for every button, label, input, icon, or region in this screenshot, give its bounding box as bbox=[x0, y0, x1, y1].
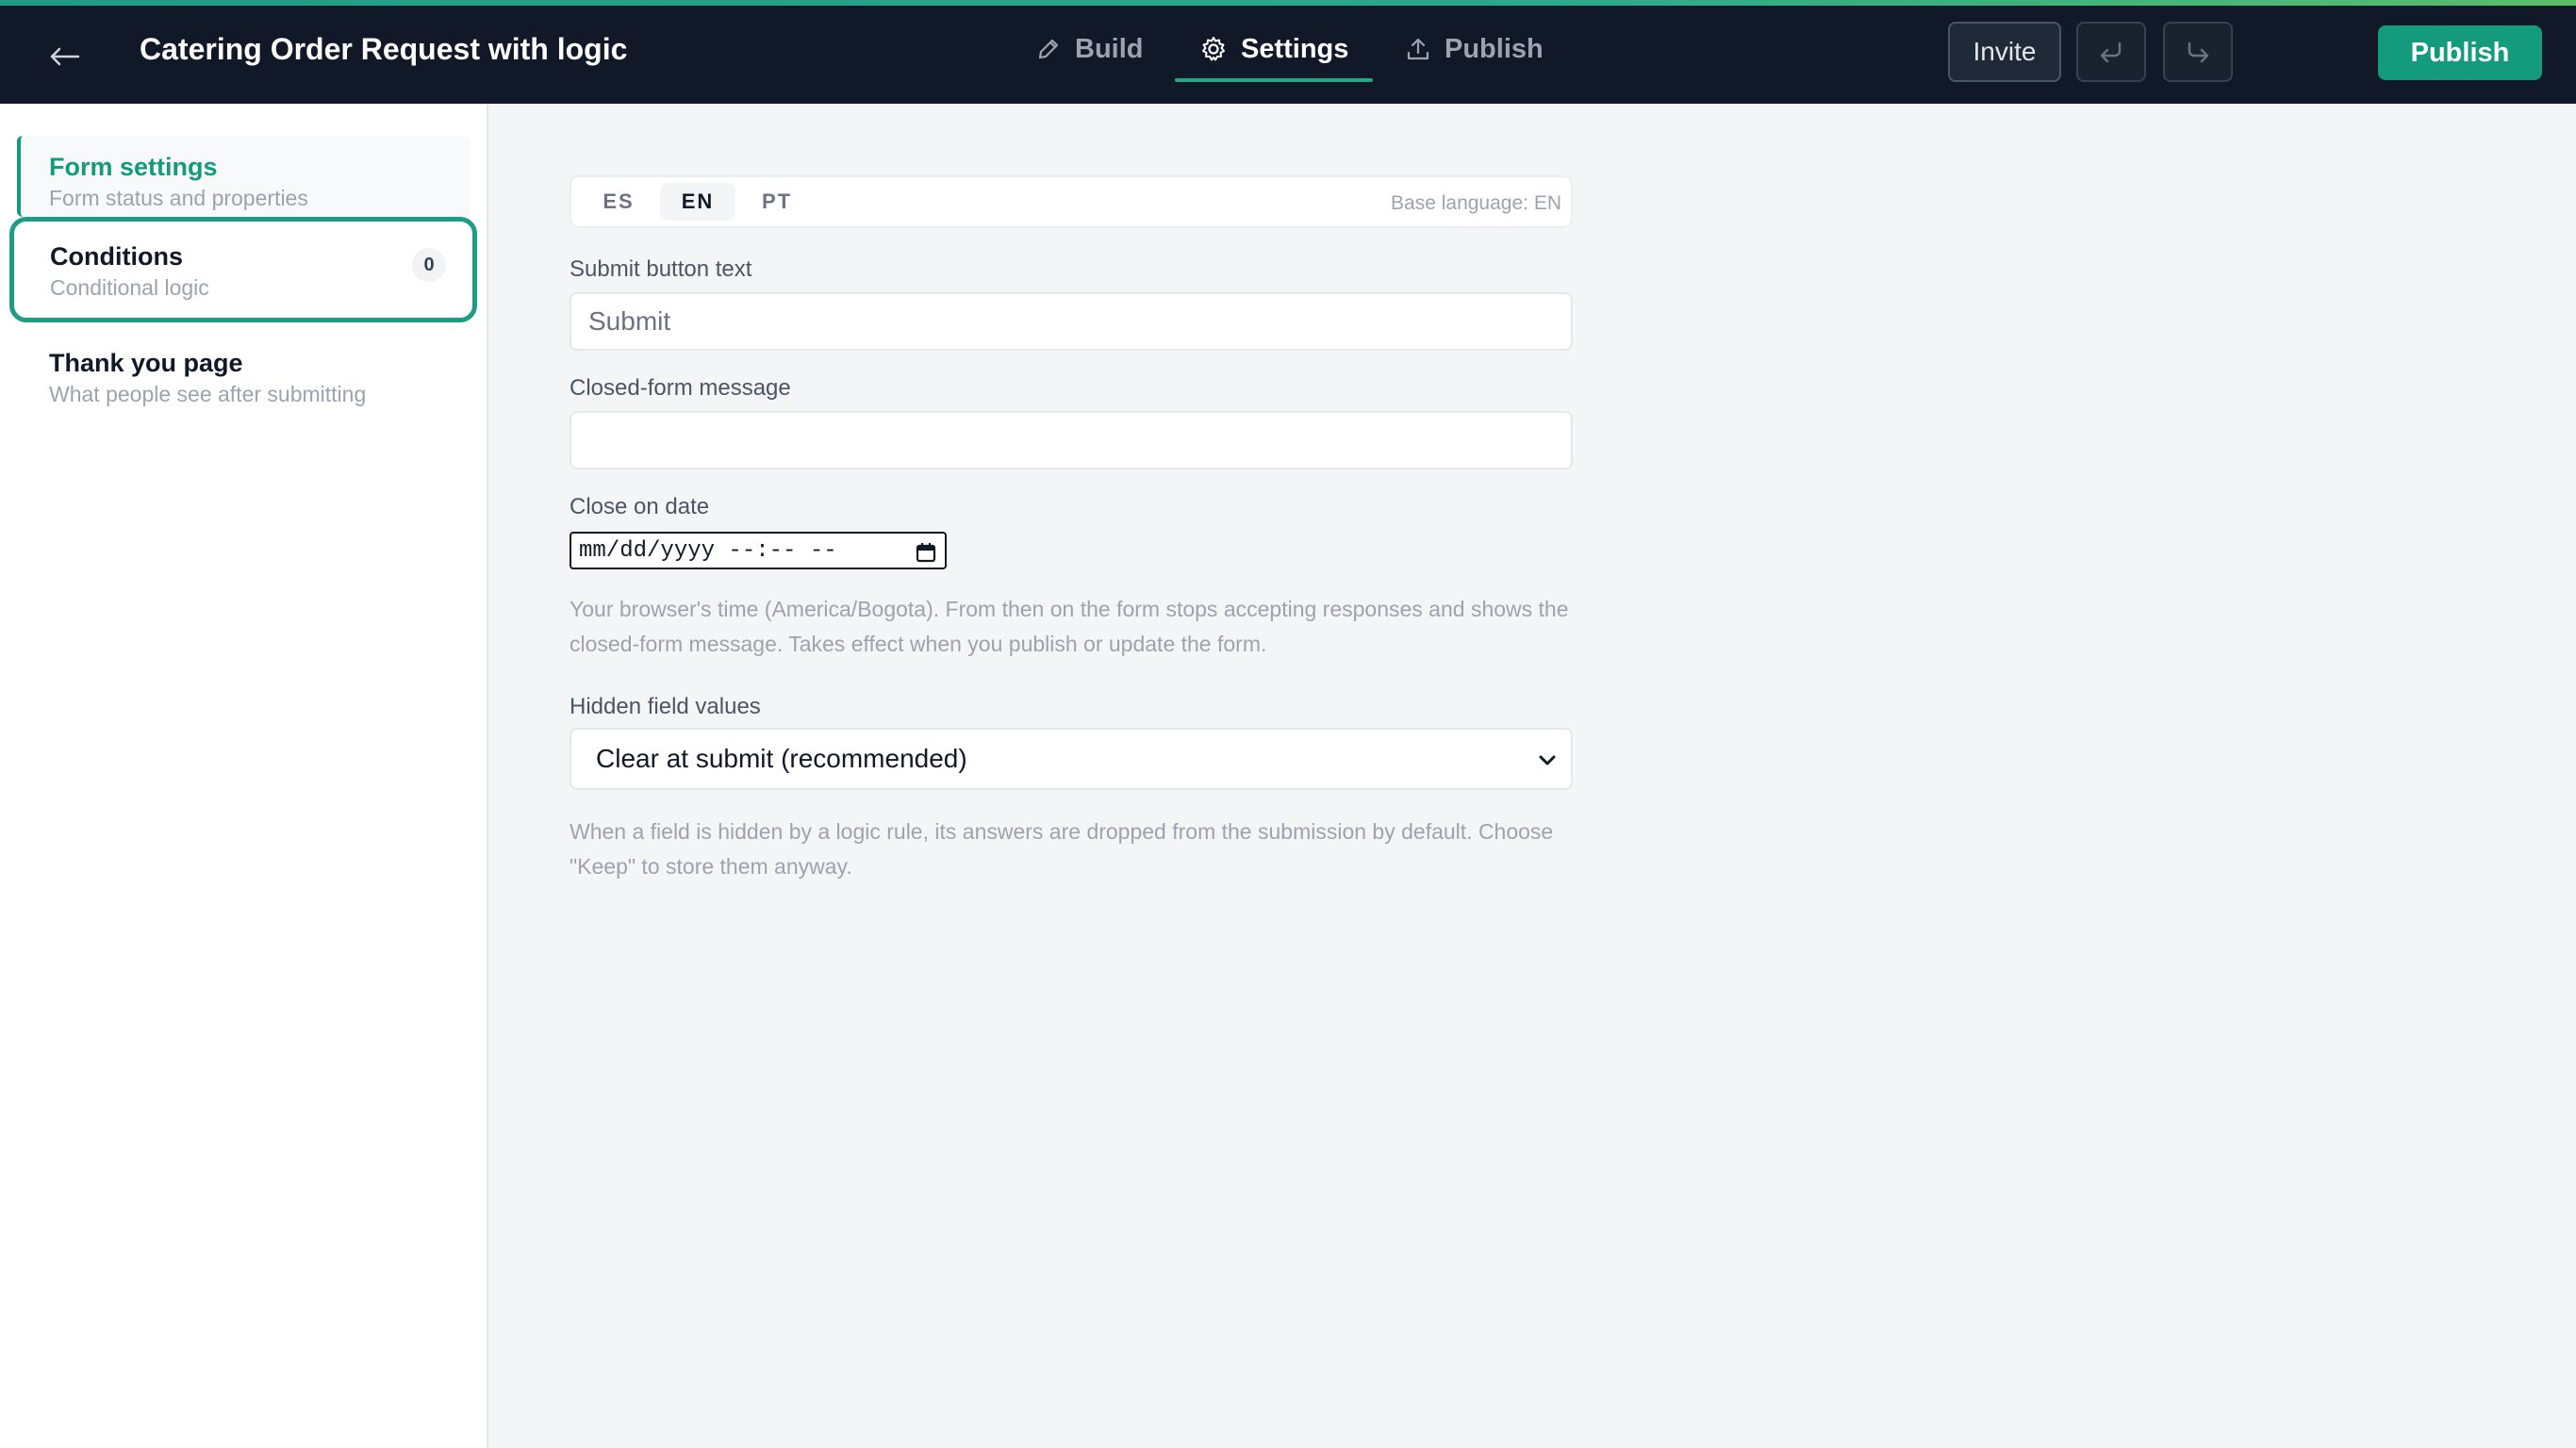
close-on-date-help: Your browser's time (America/Bogota). Fr… bbox=[570, 597, 1569, 656]
hidden-field-values-help: When a field is hidden by a logic rule, … bbox=[570, 819, 1554, 879]
top-accent-strip bbox=[0, 0, 2576, 6]
calendar-icon[interactable] bbox=[915, 541, 937, 564]
top-bar: Catering Order Request with logic Build … bbox=[0, 0, 2576, 104]
sidebar-item-conditions[interactable]: Conditions Conditional logic 0 bbox=[9, 217, 477, 322]
sidebar-item-thank-you-page[interactable]: Thank you page What people see after sub… bbox=[17, 332, 470, 413]
settings-sidebar: Form settings Form status and properties… bbox=[0, 104, 488, 1448]
pencil-icon bbox=[1038, 39, 1059, 59]
arrow-left-icon bbox=[50, 47, 80, 66]
gear-icon bbox=[1202, 37, 1225, 61]
sidebar-item-label: Form settings bbox=[49, 153, 218, 181]
back-button[interactable] bbox=[41, 34, 87, 79]
redo-button[interactable] bbox=[2163, 22, 2233, 82]
redo-icon bbox=[2188, 41, 2209, 63]
close-on-date-value: mm/dd/yyyy --:-- -- bbox=[579, 537, 837, 564]
tab-build-label: Build bbox=[1075, 33, 1144, 64]
hidden-field-values-label: Hidden field values bbox=[570, 694, 761, 719]
undo-button[interactable] bbox=[2076, 22, 2146, 82]
closed-form-message-label: Closed-form message bbox=[570, 375, 791, 401]
invite-button[interactable]: Invite bbox=[1948, 22, 2061, 82]
close-on-date-label: Close on date bbox=[570, 494, 710, 519]
tab-build[interactable]: Build bbox=[1035, 28, 1144, 70]
tab-publish[interactable]: Publish bbox=[1405, 28, 1544, 70]
tab-settings-label: Settings bbox=[1241, 33, 1349, 64]
sidebar-item-subtitle: What people see after submitting bbox=[49, 382, 367, 406]
sidebar-item-subtitle: Form status and properties bbox=[49, 186, 308, 210]
submit-button-text-label: Submit button text bbox=[570, 256, 752, 282]
sidebar-item-label: Conditions bbox=[50, 242, 183, 271]
undo-icon bbox=[2100, 41, 2122, 63]
sidebar-item-subtitle: Conditional logic bbox=[50, 275, 209, 300]
active-tab-indicator bbox=[1175, 78, 1373, 82]
language-tab-es[interactable]: ES bbox=[581, 183, 656, 221]
language-switcher: ES EN PT Base language: EN bbox=[570, 175, 1573, 228]
sidebar-item-form-settings[interactable]: Form settings Form status and properties bbox=[17, 136, 470, 217]
language-tab-en[interactable]: EN bbox=[660, 183, 735, 221]
submit-button-text-input[interactable] bbox=[570, 292, 1573, 351]
tab-settings[interactable]: Settings bbox=[1199, 28, 1348, 70]
language-tab-pt[interactable]: PT bbox=[739, 183, 815, 221]
base-language-label: Base language: EN bbox=[1391, 192, 1561, 214]
hidden-field-values-selected: Clear at submit (recommended) bbox=[596, 744, 967, 773]
sidebar-item-label: Thank you page bbox=[49, 349, 243, 377]
upload-icon bbox=[1407, 38, 1429, 60]
closed-form-message-input[interactable] bbox=[570, 411, 1573, 469]
form-title: Catering Order Request with logic bbox=[140, 32, 628, 66]
publish-button[interactable]: Publish bbox=[2378, 25, 2542, 80]
conditions-count-badge: 0 bbox=[412, 248, 446, 282]
hidden-field-values-select[interactable]: Clear at submit (recommended) bbox=[570, 728, 1573, 790]
close-on-date-input[interactable]: mm/dd/yyyy --:-- -- bbox=[570, 532, 947, 569]
tab-publish-label: Publish bbox=[1445, 33, 1544, 64]
chevron-down-icon bbox=[1539, 755, 1556, 765]
